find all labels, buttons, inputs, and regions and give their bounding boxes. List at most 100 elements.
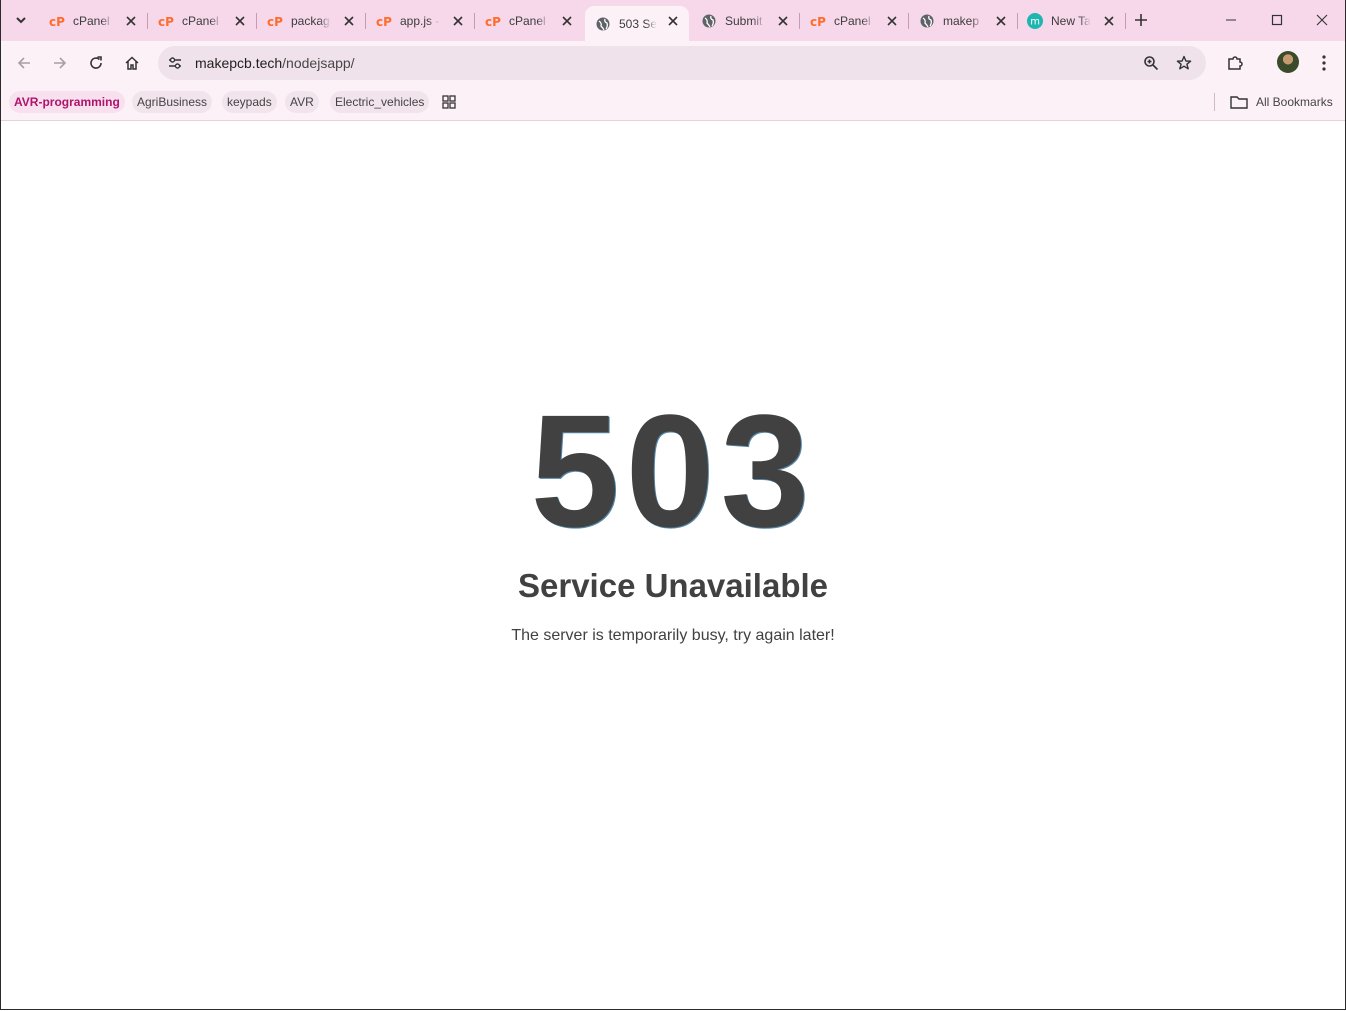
puzzle-icon <box>1228 56 1243 70</box>
chevron-down-icon <box>16 17 26 24</box>
minimize-button[interactable] <box>1208 0 1254 40</box>
tab-strip: cP cPanel cP cPanel cP package cP app.js… <box>1 0 1345 41</box>
close-icon[interactable] <box>993 13 1009 29</box>
error-heading: Service Unavailable <box>517 567 829 604</box>
tab-0[interactable]: cP cPanel <box>39 6 148 35</box>
tab-search-button[interactable] <box>9 8 33 32</box>
url-text[interactable]: makepcb.tech/nodejsapp/ <box>195 55 355 71</box>
more-vertical-icon <box>1322 55 1326 71</box>
browser-toolbar: makepcb.tech/nodejsapp/ <box>1 41 1345 85</box>
browser-window: cP cPanel cP cPanel cP package cP app.js… <box>0 0 1346 1010</box>
tab-title: makep <box>943 13 980 28</box>
globe-icon <box>919 13 935 29</box>
extensions-button[interactable] <box>1221 49 1249 77</box>
svg-text:cP: cP <box>267 15 283 27</box>
close-window-button[interactable] <box>1299 0 1345 40</box>
tab-3[interactable]: cP app.js - <box>366 6 475 35</box>
close-icon[interactable] <box>884 13 900 29</box>
tab-title: cPanel <box>834 13 871 28</box>
tab-title: package <box>291 13 331 28</box>
bookmarks-divider <box>1214 93 1215 111</box>
cpanel-icon: cP <box>49 13 65 29</box>
tune-icon <box>169 57 181 69</box>
forward-button[interactable] <box>46 49 74 77</box>
close-icon[interactable] <box>665 13 681 29</box>
home-button[interactable] <box>118 49 146 77</box>
zoom-icon <box>1144 56 1159 71</box>
site-info-button[interactable] <box>163 51 187 75</box>
url-path: /nodejsapp/ <box>282 55 355 71</box>
folder-icon <box>1230 96 1248 109</box>
reload-button[interactable] <box>82 49 110 77</box>
url-host: makepcb.tech <box>195 55 283 71</box>
bookmark-avr-programming[interactable]: AVR-programming <box>9 91 125 113</box>
maximize-button[interactable] <box>1254 0 1300 40</box>
plus-icon <box>1135 14 1147 26</box>
m-icon: m <box>1027 12 1043 29</box>
apps-button[interactable] <box>438 91 460 113</box>
cpanel-icon: cP <box>158 13 174 29</box>
tab-5-active[interactable]: 503 Se <box>585 6 689 41</box>
error-message: The server is temporarily busy, try agai… <box>511 627 835 644</box>
tab-title: cPanel <box>73 13 110 28</box>
bookmark-electric-vehicles[interactable]: Electric_vehicles <box>330 91 430 113</box>
globe-icon <box>595 16 611 32</box>
close-icon[interactable] <box>123 13 139 29</box>
home-icon <box>125 56 139 70</box>
tab-title: cPanel <box>182 13 219 28</box>
tab-9[interactable]: m New Ta <box>1017 6 1126 35</box>
menu-button[interactable] <box>1310 49 1338 77</box>
cpanel-icon: cP <box>267 13 283 29</box>
bookmark-keypads[interactable]: keypads <box>222 91 277 113</box>
tab-title: cPanel <box>509 13 546 28</box>
tab-6[interactable]: Submit <box>691 6 800 35</box>
grid-icon <box>442 95 456 109</box>
cpanel-icon: cP <box>376 13 392 29</box>
tab-2[interactable]: cP package <box>257 6 366 35</box>
star-icon <box>1176 55 1192 70</box>
tab-4[interactable]: cP cPanel <box>475 6 583 35</box>
back-button[interactable] <box>10 49 38 77</box>
bookmarks-bar: AVR-programming AgriBusiness keypads AVR… <box>1 85 1345 121</box>
svg-text:cP: cP <box>158 15 174 27</box>
tab-title: New Ta <box>1051 13 1091 28</box>
tab-1[interactable]: cP cPanel <box>148 6 257 35</box>
close-icon[interactable] <box>559 13 575 29</box>
tab-title: 503 Se <box>619 16 657 31</box>
svg-text:cP: cP <box>485 15 501 27</box>
close-icon[interactable] <box>341 13 357 29</box>
reload-icon <box>90 56 102 69</box>
maximize-icon <box>1271 14 1283 26</box>
minimize-icon <box>1226 19 1236 21</box>
bookmark-agribusiness[interactable]: AgriBusiness <box>132 91 213 113</box>
tab-8[interactable]: makep <box>909 6 1018 35</box>
cpanel-icon: cP <box>485 13 501 29</box>
close-icon <box>1316 14 1328 26</box>
arrow-right-icon <box>54 57 67 69</box>
bookmark-star-button[interactable] <box>1172 51 1196 75</box>
cpanel-icon: cP <box>810 13 826 29</box>
tab-title: Submit <box>725 13 763 28</box>
all-bookmarks-button[interactable]: All Bookmarks <box>1230 91 1333 113</box>
profile-avatar[interactable] <box>1277 51 1299 73</box>
svg-text:m: m <box>1030 16 1040 27</box>
close-icon[interactable] <box>1101 13 1117 29</box>
tab-title: app.js - <box>400 13 440 28</box>
svg-text:cP: cP <box>49 15 65 27</box>
arrow-left-icon <box>17 57 30 69</box>
new-tab-button[interactable] <box>1129 8 1153 32</box>
page-content: 503 Service Unavailable The server is te… <box>1 121 1345 1009</box>
error-code: 503 <box>530 381 816 560</box>
tab-separator <box>1125 13 1126 29</box>
tab-7[interactable]: cP cPanel <box>800 6 909 35</box>
close-icon[interactable] <box>775 13 791 29</box>
globe-icon <box>701 13 717 29</box>
svg-text:cP: cP <box>376 15 392 27</box>
svg-text:cP: cP <box>810 15 826 27</box>
zoom-button[interactable] <box>1139 51 1163 75</box>
all-bookmarks-label: All Bookmarks <box>1256 95 1333 109</box>
close-icon[interactable] <box>450 13 466 29</box>
close-icon[interactable] <box>232 13 248 29</box>
address-bar[interactable]: makepcb.tech/nodejsapp/ <box>158 46 1206 80</box>
bookmark-avr[interactable]: AVR <box>285 91 319 113</box>
